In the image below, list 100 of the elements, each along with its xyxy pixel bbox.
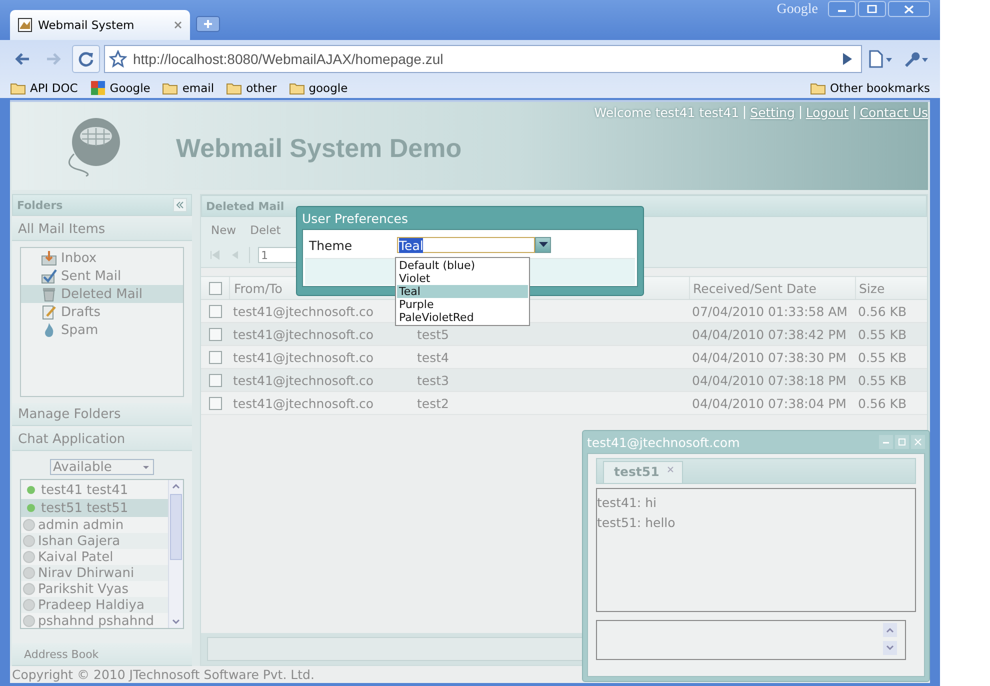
dropdown-button[interactable]	[535, 237, 551, 253]
close-icon[interactable]	[174, 21, 182, 29]
header-link[interactable]: Contact Us	[854, 106, 928, 119]
maximize-icon	[898, 438, 906, 446]
contact-item[interactable]: pshahnd pshahnd	[21, 613, 168, 628]
column-header[interactable]: Size	[855, 277, 927, 299]
bookmark[interactable]: google	[288, 81, 348, 95]
contact-item[interactable]: Parikshit Vyas	[21, 581, 168, 597]
checkbox[interactable]	[208, 328, 222, 340]
minimize-button[interactable]	[828, 1, 856, 17]
message-input[interactable]	[596, 620, 906, 660]
contact-item[interactable]: Ishan Gajera	[21, 533, 168, 549]
page-title: Webmail System Demo	[176, 132, 462, 164]
toolbar-button[interactable]: Delet	[250, 223, 281, 237]
plus-icon	[203, 19, 213, 29]
table-cell-text: 0.56 KB	[857, 396, 908, 410]
bookmark[interactable]: Google	[90, 80, 150, 96]
maximize-button[interactable]	[858, 1, 886, 17]
check-icon	[41, 268, 57, 284]
dropdown-option[interactable]: Purple	[397, 298, 528, 311]
scroll-down-icon[interactable]	[883, 641, 897, 655]
header-link[interactable]: Setting	[744, 106, 795, 119]
table-cell: test2	[417, 396, 449, 410]
theme-select[interactable]: Teal	[397, 237, 535, 253]
contact-item[interactable]: test41 test41	[21, 481, 168, 499]
close-icon[interactable]	[667, 466, 674, 473]
dialog-title: User Preferences	[302, 210, 409, 228]
table-cell-text: test41@jtechnosoft.co	[232, 372, 375, 388]
accordion-header[interactable]: Address Book	[12, 643, 192, 666]
bookmark[interactable]: email	[162, 81, 214, 95]
folder-item[interactable]: Spam	[21, 321, 183, 339]
bookmark[interactable]: other	[226, 81, 277, 95]
address-bar[interactable]: http://localhost:8080/WebmailAJAX/homepage.zul	[104, 45, 862, 73]
chat-tab[interactable]: test51	[603, 461, 684, 483]
folder-icon	[162, 82, 178, 94]
contact-item[interactable]: admin admin	[21, 517, 168, 533]
collapse-button[interactable]	[173, 198, 187, 212]
checkbox[interactable]	[208, 374, 222, 386]
close-button[interactable]	[911, 435, 925, 449]
folder-item[interactable]: Sent Mail	[21, 267, 183, 285]
toolbar-button[interactable]: New	[211, 223, 236, 237]
table-cell-text: 0.55 KB	[857, 372, 908, 388]
browser-brand: Google	[776, 2, 818, 18]
dropdown-option[interactable]: Default (blue)	[397, 259, 528, 272]
checkbox[interactable]	[208, 350, 222, 364]
folder-icon	[288, 82, 305, 94]
minimize-button[interactable]	[879, 435, 893, 449]
panel-title: Deleted Mail	[206, 200, 284, 212]
folder-item[interactable]: Inbox	[21, 249, 183, 267]
accordion-header[interactable]: Chat Application	[12, 428, 192, 451]
star-icon[interactable]	[109, 50, 127, 68]
status-select[interactable]: Available	[50, 459, 154, 475]
dropdown-option[interactable]: PaleVioletRed	[397, 311, 528, 324]
bookmark[interactable]: Other bookmarks	[810, 81, 930, 95]
contact-item[interactable]: test51 test51	[21, 499, 168, 517]
folder-item[interactable]: Drafts	[21, 303, 183, 321]
checkbox[interactable]	[208, 282, 222, 294]
dropdown-option[interactable]: Violet	[397, 272, 528, 285]
contact-item[interactable]: Pradeep Haldiya	[21, 597, 168, 613]
folder-item[interactable]: Deleted Mail	[21, 285, 183, 303]
chat-message: test51: hello	[597, 515, 676, 532]
table-cell-text: test41@jtechnosoft.co	[232, 396, 375, 410]
chat-window-title: test41@jtechnosoft.com	[587, 434, 740, 450]
checkbox[interactable]	[208, 304, 222, 318]
header-link[interactable]: Logout	[800, 106, 849, 119]
trash-icon	[41, 286, 57, 302]
folder-icon	[810, 82, 826, 94]
folder-icon	[226, 82, 242, 94]
contact-item[interactable]: Nirav Dhirwani	[21, 565, 168, 581]
accordion-header[interactable]: Manage Folders	[12, 403, 192, 426]
reload-icon	[78, 51, 94, 67]
colored-squares-icon	[90, 80, 106, 96]
checkbox[interactable]	[208, 396, 222, 410]
table-cell-text: 04/04/2010 07:38:18 PM	[691, 372, 848, 388]
inbox-icon	[41, 250, 57, 266]
dropdown-option[interactable]: Teal	[397, 285, 528, 298]
column-header[interactable]: Received/Sent Date	[689, 277, 855, 299]
table-cell-text: 04/04/2010 07:38:04 PM	[691, 396, 848, 410]
play-icon[interactable]	[841, 52, 853, 66]
table-cell-text: test41@jtechnosoft.co	[232, 350, 375, 364]
reload-button[interactable]	[72, 45, 100, 73]
scrollbar[interactable]	[168, 480, 183, 628]
table-cell-text: 0.55 KB	[857, 326, 908, 342]
bookmark[interactable]: API DOC	[10, 81, 78, 95]
contact-item[interactable]: Kaival Patel	[21, 549, 168, 565]
scroll-up-icon[interactable]	[883, 623, 897, 637]
table-cell-text: test41@jtechnosoft.co	[232, 326, 375, 342]
table-cell-text: 0.55 KB	[857, 350, 908, 364]
close-button[interactable]	[888, 1, 930, 17]
accordion-header[interactable]: All Mail Items	[12, 218, 192, 241]
table-cell: test4	[417, 350, 449, 364]
browser-tab[interactable]: Webmail System	[10, 10, 190, 40]
new-tab-button[interactable]	[196, 16, 220, 32]
table-cell-text: 07/04/2010 01:33:58 AM	[691, 304, 848, 318]
table-cell: test5	[417, 326, 449, 342]
welcome-text: Welcome test41 test41	[594, 106, 740, 119]
panel-title: Folders	[17, 198, 63, 212]
maximize-button[interactable]	[895, 435, 909, 449]
double-chevron-icon	[176, 201, 184, 209]
table-cell-text: 04/04/2010 07:38:30 PM	[691, 350, 848, 364]
